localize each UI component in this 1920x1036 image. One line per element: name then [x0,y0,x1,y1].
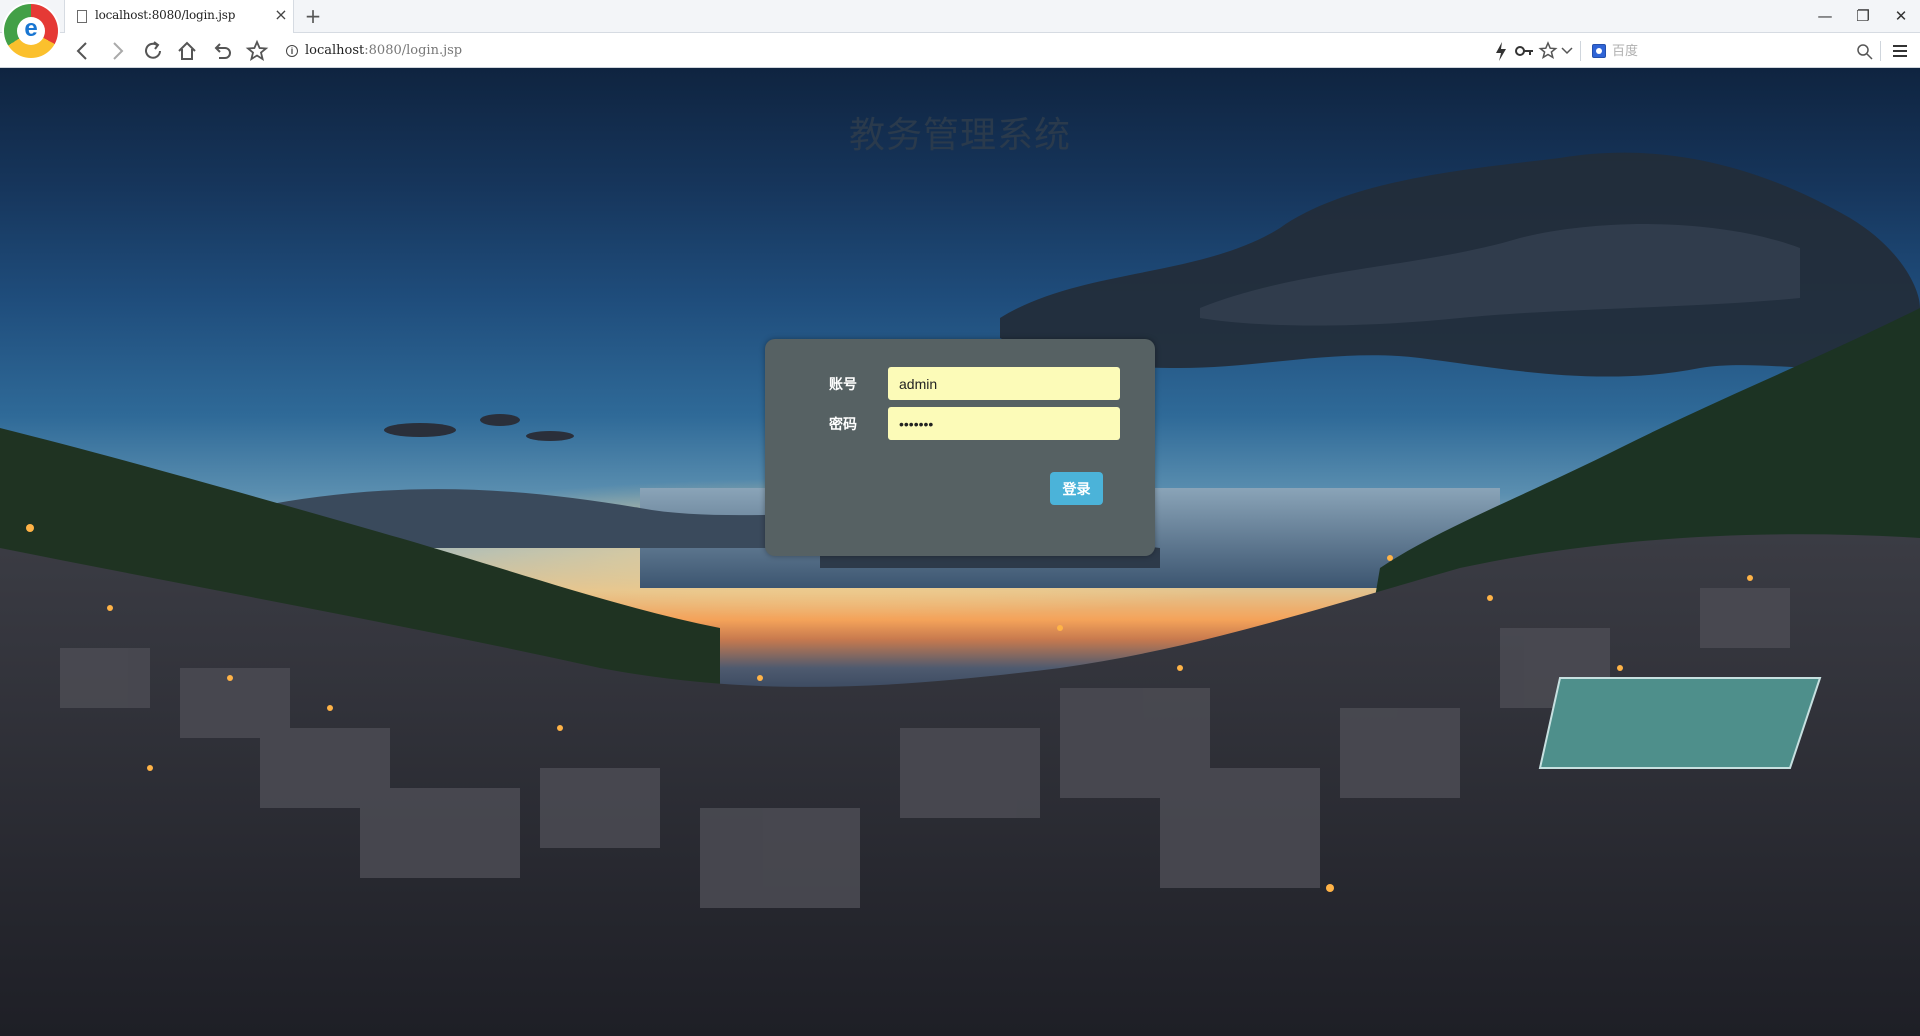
search-icon[interactable] [1854,38,1880,64]
password-input[interactable] [888,407,1120,440]
toolbar-separator [1880,41,1881,61]
address-bar[interactable]: localhost:8080/login.jsp [305,43,462,58]
close-window-button[interactable]: ✕ [1886,4,1916,28]
forward-icon[interactable] [104,38,130,64]
new-tab-button[interactable]: + [302,4,324,28]
tab-title: localhost:8080/login.jsp [95,8,236,22]
browser-logo-icon[interactable] [4,4,58,58]
account-label: 账号 [829,377,857,393]
small-cloud [384,423,456,437]
login-form: 账号 密码 登录 [765,339,1155,556]
page-title: 教务管理系统 [848,115,1071,156]
undo-closed-tab-icon[interactable] [209,38,235,64]
star-icon[interactable] [244,38,270,64]
hamburger-menu-icon[interactable] [1888,38,1914,64]
page-icon [77,10,87,23]
site-info-icon[interactable]: i [286,45,298,57]
page-viewport: 教务管理系统 账号 密码 登录 [0,68,1920,1036]
address-path: :8080/login.jsp [364,43,463,58]
small-cloud [526,431,574,441]
password-label: 密码 [829,417,857,433]
address-host: localhost [305,43,365,58]
tab-strip: localhost:8080/login.jsp × + — ❐ ✕ [0,0,1920,33]
tab-close-button[interactable]: × [273,6,289,24]
browser-toolbar: i localhost:8080/login.jsp [0,33,1920,68]
browser-tab[interactable]: localhost:8080/login.jsp × [64,0,294,33]
back-icon[interactable] [70,38,96,64]
reload-icon[interactable] [140,38,166,64]
basketball-court [1538,677,1822,769]
restore-button[interactable]: ❐ [1848,4,1878,28]
small-cloud [480,414,520,426]
home-icon[interactable] [174,38,200,64]
search-engine-icon[interactable] [1592,44,1606,58]
toolbar-separator [1580,41,1581,61]
search-input[interactable] [1612,39,1852,63]
minimize-button[interactable]: — [1810,4,1840,28]
login-button[interactable]: 登录 [1050,472,1103,505]
account-input[interactable] [888,367,1120,400]
